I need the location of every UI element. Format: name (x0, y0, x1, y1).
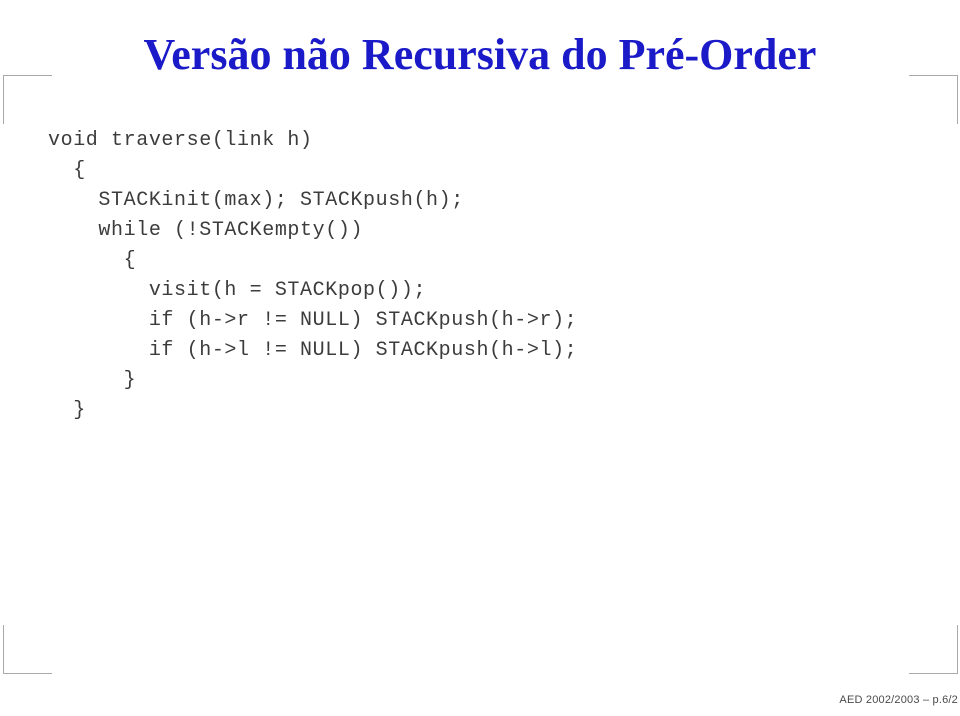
frame-corner-bottom-right (909, 625, 958, 674)
code-line: { (48, 249, 137, 272)
code-line: if (h->r != NULL) STACKpush(h->r); (48, 309, 578, 332)
code-line: if (h->l != NULL) STACKpush(h->l); (48, 339, 578, 362)
footer-attribution: AED 2002/2003 – p.6/2 (839, 694, 958, 706)
code-line: while (!STACKempty()) (48, 219, 364, 242)
frame-corner-bottom-left (3, 625, 52, 674)
code-line: } (48, 399, 86, 422)
code-line: void traverse(link h) (48, 129, 313, 152)
code-line: STACKinit(max); STACKpush(h); (48, 189, 464, 212)
page-title: Versão não Recursiva do Pré-Order (143, 30, 817, 80)
slide: Versão não Recursiva do Pré-Order void t… (0, 0, 960, 716)
code-line: visit(h = STACKpop()); (48, 279, 427, 302)
code-line: } (48, 369, 137, 392)
code-block: void traverse(link h) { STACKinit(max); … (48, 126, 928, 426)
code-line: { (48, 159, 86, 182)
